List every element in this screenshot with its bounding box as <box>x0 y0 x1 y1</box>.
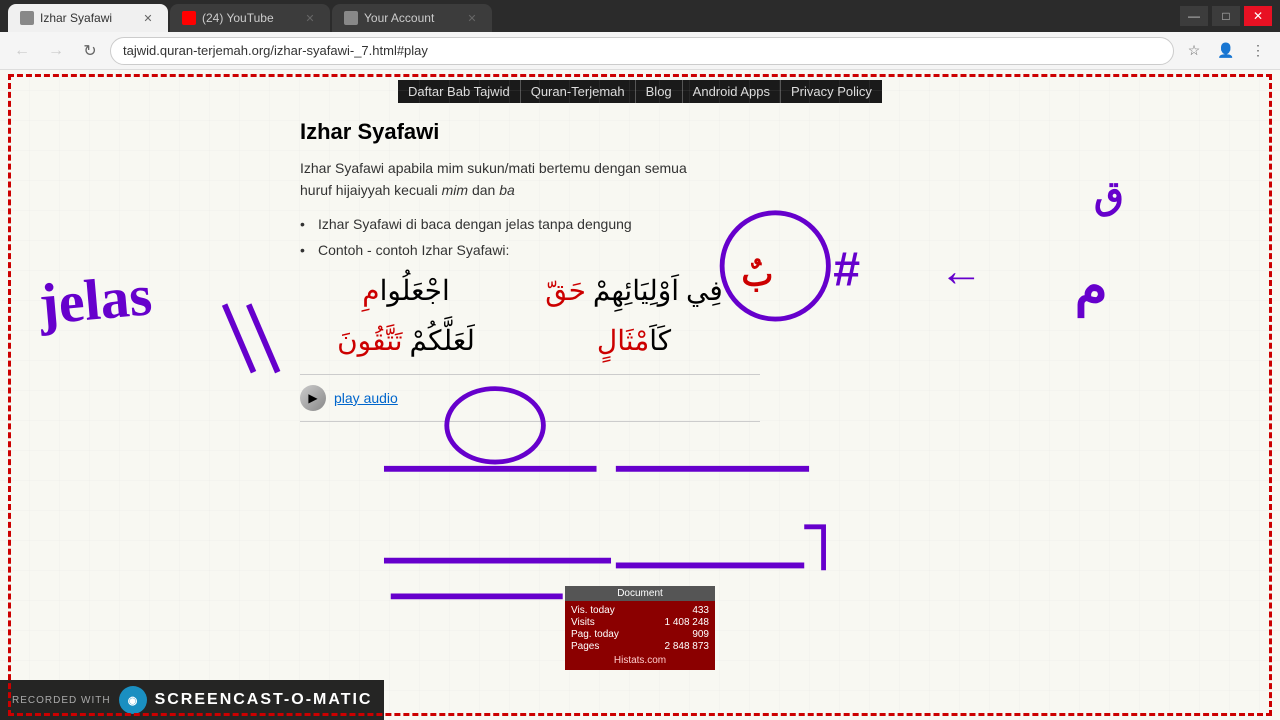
main-content: Izhar Syafawi Izhar Syafawi apabila mim … <box>0 103 1280 422</box>
stats-box: Document Vis. today 433 Visits 1 408 248… <box>565 586 715 670</box>
play-link[interactable]: play audio <box>334 390 398 406</box>
forward-button[interactable]: → <box>42 37 70 65</box>
tab-favicon-3 <box>344 11 358 25</box>
nav-daftar[interactable]: Daftar Bab Tajwid <box>398 80 521 103</box>
bookmark-icon[interactable]: ☆ <box>1180 37 1208 65</box>
site-nav-bar: Daftar Bab Tajwid Quran-Terjemah Blog An… <box>398 80 882 103</box>
play-area: ▶ play audio <box>300 385 1280 411</box>
bullet-item-1: • Izhar Syafawi di baca dengan jelas tan… <box>300 216 1280 232</box>
stats-title: Document <box>565 586 715 601</box>
bullet-item-2: • Contoh - contoh Izhar Syafawi: <box>300 242 1280 258</box>
stats-row-1: Vis. today 433 <box>571 605 709 616</box>
maximize-button[interactable]: □ <box>1212 6 1240 26</box>
arabic-examples: اجْعَلُوامِ فِي اَوْلِيَائِهِمْ حَقّ لَع… <box>300 274 740 358</box>
arabic-word-1: اجْعَلُوامِ <box>300 274 512 308</box>
screencast-bar: RECORDED WITH ◉ SCREENCAST-O-MATIC <box>0 680 384 720</box>
toolbar-icons: ☆ 👤 ⋮ <box>1180 37 1272 65</box>
tab-account[interactable]: Your Account ✕ <box>332 4 492 32</box>
tab-close-1[interactable]: ✕ <box>140 10 156 26</box>
bullet-list: • Izhar Syafawi di baca dengan jelas tan… <box>300 216 1280 258</box>
tab-youtube[interactable]: (24) YouTube ✕ <box>170 4 330 32</box>
close-button[interactable]: ✕ <box>1244 6 1272 26</box>
url-bar[interactable]: tajwid.quran-terjemah.org/izhar-syafawi-… <box>110 37 1174 65</box>
nav-blog[interactable]: Blog <box>636 80 683 103</box>
nav-android[interactable]: Android Apps <box>683 80 781 103</box>
address-bar: ← → ↻ tajwid.quran-terjemah.org/izhar-sy… <box>0 32 1280 70</box>
screencast-logo: ◉ <box>119 686 147 714</box>
page-title: Izhar Syafawi <box>300 119 1280 145</box>
title-bar: Izhar Syafawi ✕ (24) YouTube ✕ Your Acco… <box>0 0 1280 32</box>
separator <box>300 374 760 375</box>
minimize-button[interactable]: — <box>1180 6 1208 26</box>
tab-izhar[interactable]: Izhar Syafawi ✕ <box>8 4 168 32</box>
stats-row-4: Pages 2 848 873 <box>571 641 709 652</box>
browser-frame: Izhar Syafawi ✕ (24) YouTube ✕ Your Acco… <box>0 0 1280 720</box>
profile-icon[interactable]: 👤 <box>1212 37 1240 65</box>
stats-row-3: Pag. today 909 <box>571 629 709 640</box>
stats-link[interactable]: Histats.com <box>571 655 709 666</box>
window-controls: — □ ✕ <box>1180 6 1272 26</box>
stats-row-2: Visits 1 408 248 <box>571 617 709 628</box>
page-content: Daftar Bab Tajwid Quran-Terjemah Blog An… <box>0 70 1280 720</box>
play-icon[interactable]: ▶ <box>300 385 326 411</box>
bracket-right <box>804 527 823 570</box>
stats-content: Vis. today 433 Visits 1 408 248 Pag. tod… <box>565 601 715 670</box>
menu-icon[interactable]: ⋮ <box>1244 37 1272 65</box>
recorded-with-text: RECORDED WITH <box>12 695 111 706</box>
site-nav-wrapper: Daftar Bab Tajwid Quran-Terjemah Blog An… <box>0 70 1280 103</box>
tab-favicon-2 <box>182 11 196 25</box>
back-button[interactable]: ← <box>8 37 36 65</box>
tab-title-3: Your Account <box>364 11 458 25</box>
arabic-word-4: كَاَمْثَالٍ <box>528 324 740 358</box>
page-intro: Izhar Syafawi apabila mim sukun/mati ber… <box>300 157 720 202</box>
page-area: Daftar Bab Tajwid Quran-Terjemah Blog An… <box>0 70 1280 720</box>
tab-close-2[interactable]: ✕ <box>302 10 318 26</box>
tab-favicon-1 <box>20 11 34 25</box>
url-text: tajwid.quran-terjemah.org/izhar-syafawi-… <box>123 43 1161 58</box>
arabic-word-3: لَعَلَّكُمْ تَتَّقُونَ <box>300 324 512 358</box>
arabic-word-2: فِي اَوْلِيَائِهِمْ حَقّ <box>528 274 740 308</box>
screencast-brand: SCREENCAST-O-MATIC <box>155 691 373 709</box>
tab-title-2: (24) YouTube <box>202 11 296 25</box>
nav-privacy[interactable]: Privacy Policy <box>781 80 882 103</box>
tab-title-1: Izhar Syafawi <box>40 11 134 25</box>
tab-close-3[interactable]: ✕ <box>464 10 480 26</box>
separator-bottom <box>300 421 760 422</box>
tab-bar: Izhar Syafawi ✕ (24) YouTube ✕ Your Acco… <box>8 0 1172 32</box>
nav-quran[interactable]: Quran-Terjemah <box>521 80 636 103</box>
refresh-button[interactable]: ↻ <box>76 37 104 65</box>
